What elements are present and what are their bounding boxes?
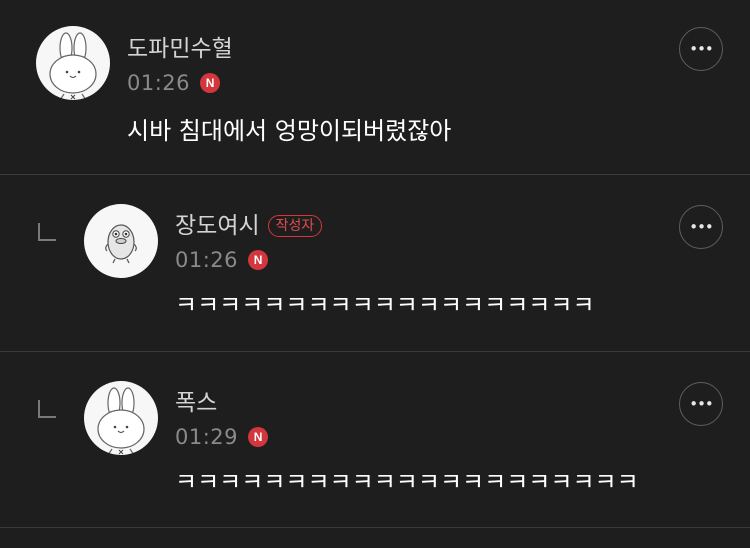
more-icon: •••: [689, 40, 714, 58]
comment-meta: 01:26 N: [175, 248, 269, 272]
avatar[interactable]: [36, 26, 110, 100]
comment-meta: 01:29 N: [175, 425, 269, 449]
comment-author[interactable]: 폭스: [175, 390, 217, 416]
new-badge: N: [200, 73, 221, 93]
more-options-button[interactable]: •••: [679, 382, 723, 426]
comment-author[interactable]: 도파민수혈: [127, 36, 233, 62]
new-badge: N: [248, 427, 269, 447]
more-icon: •••: [689, 395, 714, 413]
author-tag-badge: 작성자: [267, 215, 323, 237]
more-options-button[interactable]: •••: [679, 27, 723, 71]
comment-text: ㅋㅋㅋㅋㅋㅋㅋㅋㅋㅋㅋㅋㅋㅋㅋㅋㅋㅋㅋㅋㅋ: [175, 468, 639, 496]
comment-time: 01:29: [175, 425, 239, 449]
more-options-button[interactable]: •••: [679, 205, 723, 249]
bunny-avatar-icon: [49, 32, 97, 100]
reply-arrow-icon: [38, 400, 56, 418]
divider: [0, 351, 750, 352]
divider: [0, 174, 750, 175]
comment-meta: 01:26 N: [127, 71, 221, 95]
avatar[interactable]: [84, 204, 158, 278]
bunny-avatar-icon: [97, 387, 145, 455]
comment-time: 01:26: [175, 248, 239, 272]
comment-text: 시바 침대에서 엉망이되버렸잖아: [127, 117, 452, 145]
new-badge: N: [248, 250, 269, 270]
comment-text: ㅋㅋㅋㅋㅋㅋㅋㅋㅋㅋㅋㅋㅋㅋㅋㅋㅋㅋㅋ: [175, 291, 595, 319]
comment-time: 01:26: [127, 71, 191, 95]
duck-avatar-icon: [105, 224, 137, 264]
reply-arrow-icon: [38, 223, 56, 241]
avatar[interactable]: [84, 381, 158, 455]
comment-author: 장도여시 작성자: [175, 213, 323, 239]
divider: [0, 527, 750, 528]
comment-author-name[interactable]: 장도여시: [175, 213, 260, 239]
more-icon: •••: [689, 218, 714, 236]
